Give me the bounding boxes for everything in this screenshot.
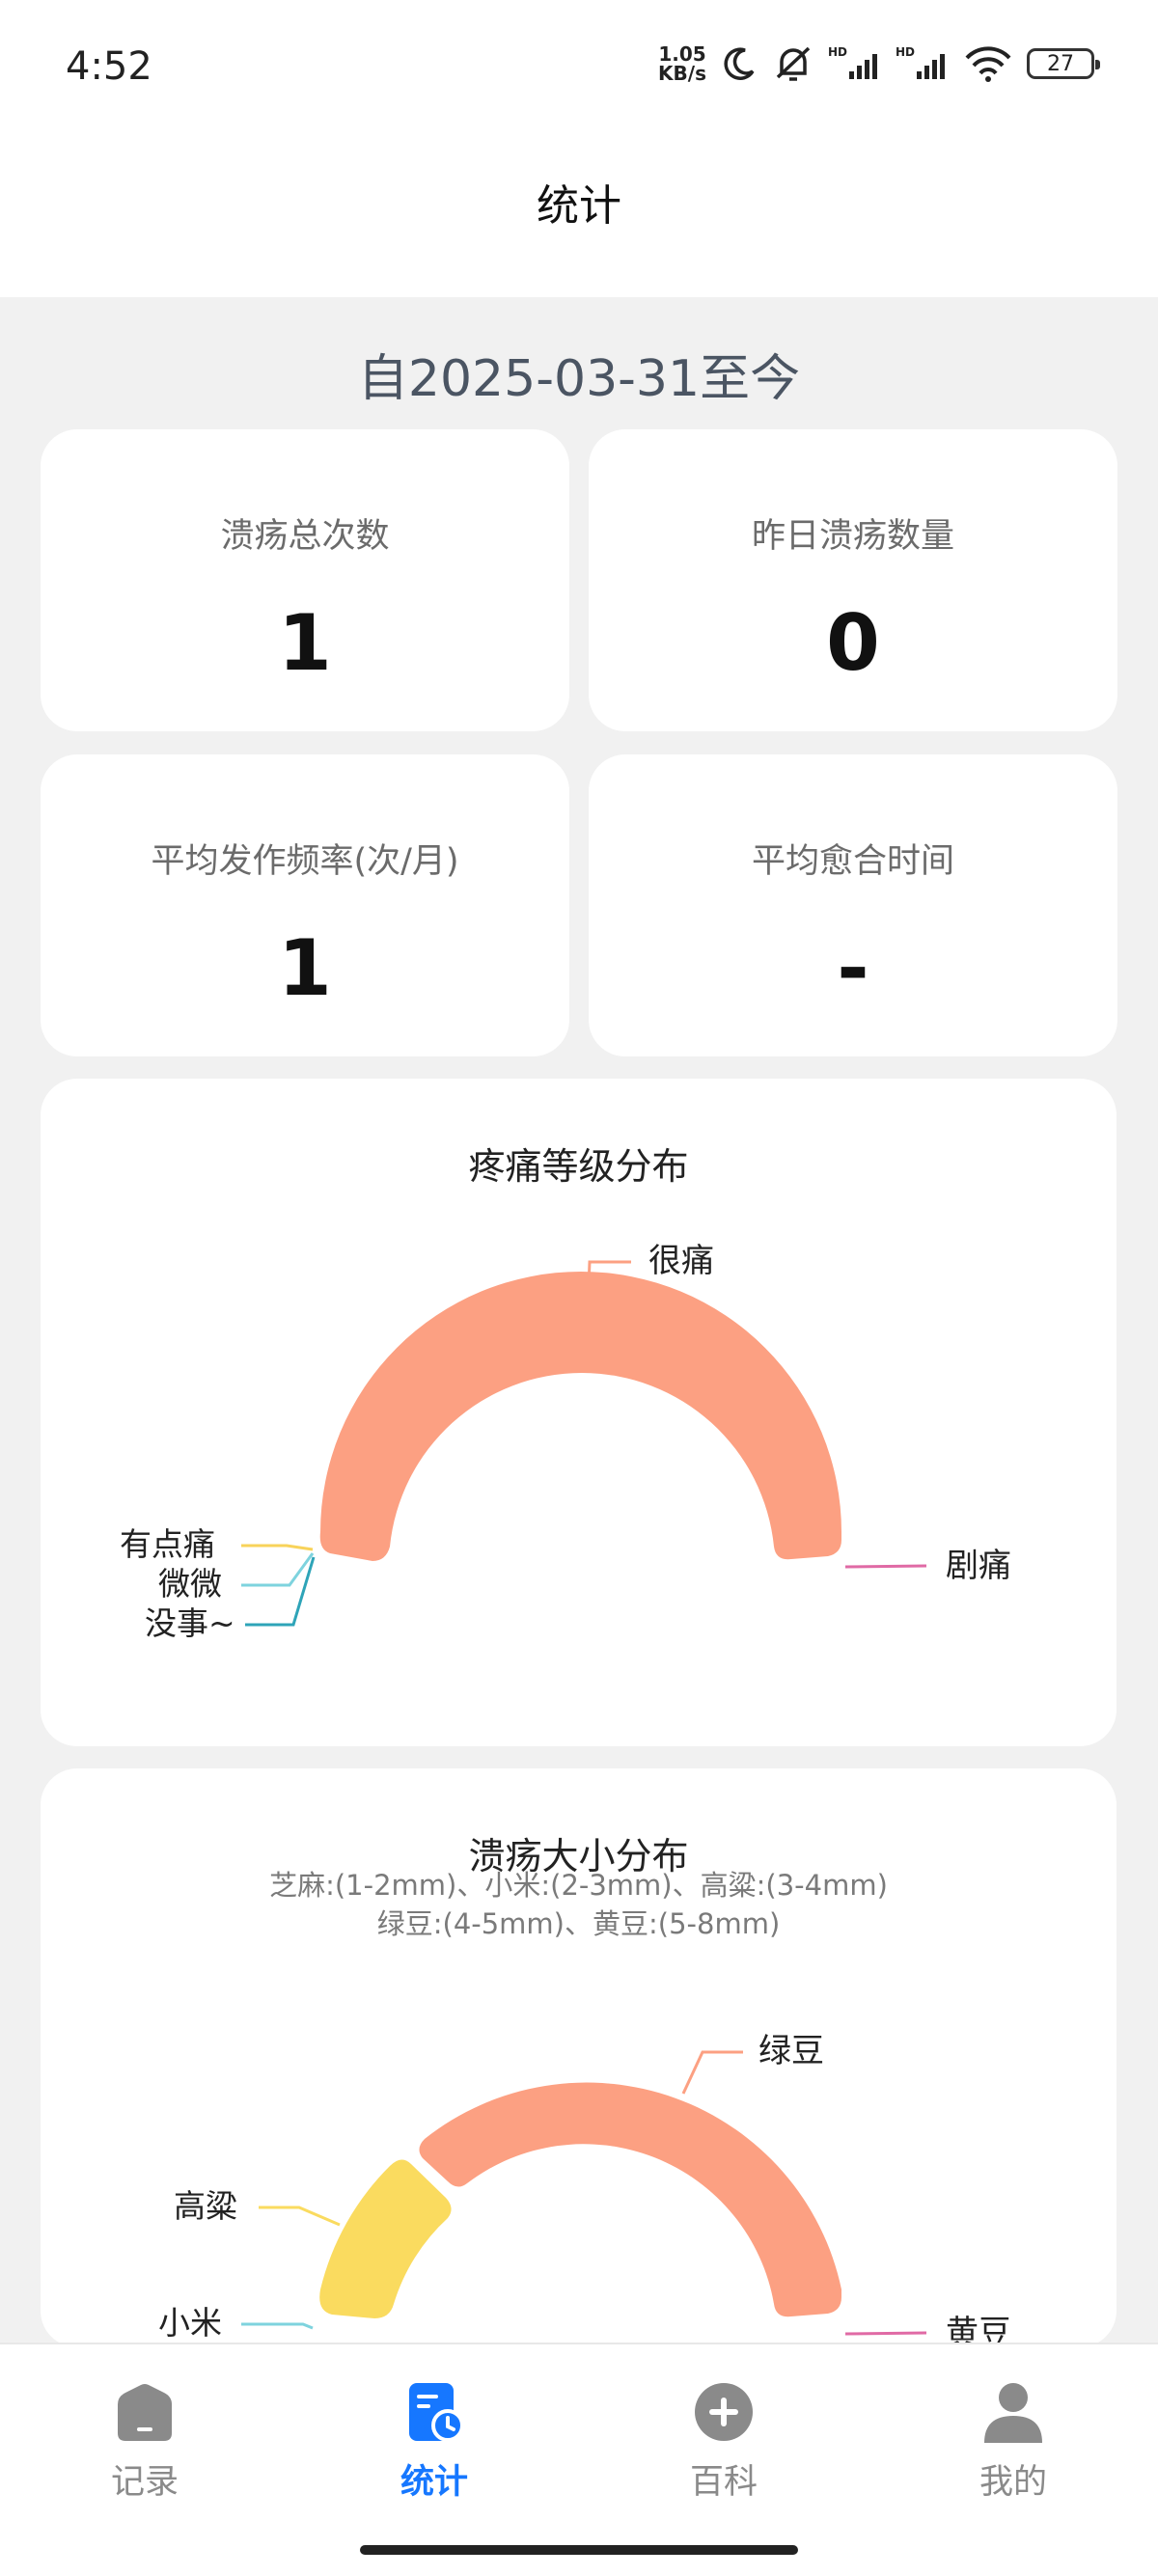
leader-lv-dou (681, 2050, 743, 2095)
label-gao-liang: 高粱 (174, 2187, 237, 2225)
nav-item-encyclopedia[interactable]: 百科 (627, 2381, 820, 2504)
user-icon (982, 2381, 1044, 2443)
leader-xiao-mi (241, 2322, 314, 2330)
nav-label: 记录 (110, 2463, 179, 2502)
svg-text:HD: HD (896, 45, 915, 59)
label-hen-tong: 很痛 (648, 1242, 714, 1280)
nav-item-stats[interactable]: 统计 (338, 2381, 531, 2504)
network-speed: 1.05 KB/s (658, 42, 706, 85)
nav-item-record[interactable]: 记录 (48, 2381, 241, 2504)
home-icon (114, 2381, 176, 2443)
label-mei-shi: 没事~ (145, 1604, 235, 1642)
stat-label: 平均愈合时间 (751, 842, 954, 881)
stats-icon (403, 2381, 465, 2443)
nav-label: 我的 (979, 2463, 1047, 2502)
stat-value: 1 (278, 923, 332, 1013)
stat-card-total: 溃疡总次数 1 (41, 429, 569, 731)
stat-label: 昨日溃疡数量 (751, 517, 954, 556)
nav-item-mine[interactable]: 我的 (917, 2381, 1110, 2504)
label-lv-dou: 绿豆 (758, 2032, 824, 2070)
stat-label: 溃疡总次数 (220, 517, 390, 556)
label-ju-tong: 剧痛 (946, 1547, 1011, 1585)
signal-hd-icon-1: HD (828, 45, 877, 79)
moon-icon (724, 47, 755, 80)
slice-hen-tong (319, 1272, 841, 1561)
leader-gao-liang (259, 2206, 341, 2227)
stat-label: 平均发作频率(次/月) (151, 842, 459, 881)
leader-huang-dou (844, 2331, 927, 2336)
battery-indicator: 27 (1027, 48, 1100, 79)
plus-circle-icon (693, 2381, 755, 2443)
home-indicator[interactable] (360, 2545, 798, 2555)
nav-label: 百科 (689, 2463, 758, 2502)
stat-value: 1 (278, 598, 332, 688)
wifi-icon (965, 46, 1011, 82)
label-wei-wei: 微微 (158, 1565, 222, 1603)
status-icons: 1.05 KB/s HD HD 27 (658, 42, 1100, 85)
leader-you-dian-tong (241, 1544, 314, 1551)
app-header: 统计 (0, 140, 1158, 297)
slice-gao-liang (319, 2159, 452, 2318)
leader-wei-wei (241, 1552, 315, 1587)
stat-card-frequency: 平均发作频率(次/月) 1 (41, 754, 569, 1056)
stat-card-yesterday: 昨日溃疡数量 0 (589, 429, 1117, 731)
label-you-dian-tong: 有点痛 (120, 1525, 215, 1563)
mute-bell-icon (776, 46, 811, 81)
status-time: 4:52 (66, 44, 152, 89)
slice-lv-dou (419, 2082, 841, 2317)
date-range: 自2025-03-31至今 (357, 350, 801, 408)
stat-card-healing-time: 平均愈合时间 - (589, 754, 1117, 1056)
svg-text:HD: HD (828, 45, 847, 59)
signal-hd-icon-2: HD (896, 45, 945, 79)
ulcer-size-chart: 绿豆 黄豆 高粱 小米 (158, 2032, 1011, 2347)
status-bar: 4:52 1.05 KB/s HD HD 27 (0, 0, 1158, 140)
label-xiao-mi: 小米 (158, 2304, 222, 2342)
nav-label: 统计 (400, 2463, 468, 2502)
bottom-nav: 记录 统计 百科 我的 (0, 2343, 1158, 2576)
pain-level-chart: 很痛 剧痛 有点痛 微微 没事~ (120, 1242, 1011, 1642)
pain-level-chart-card: 疼痛等级分布 很痛 剧痛 有点痛 微微 没事~ (41, 1079, 1117, 1746)
stat-value: - (837, 923, 869, 1013)
page-title: 统计 (537, 180, 621, 231)
stat-value: 0 (826, 598, 880, 688)
leader-ju-tong (844, 1564, 927, 1569)
ulcer-size-chart-card: 溃疡大小分布 芝麻:(1-2mm)、小米:(2-3mm)、高粱:(3-4mm) … (41, 1768, 1117, 2347)
